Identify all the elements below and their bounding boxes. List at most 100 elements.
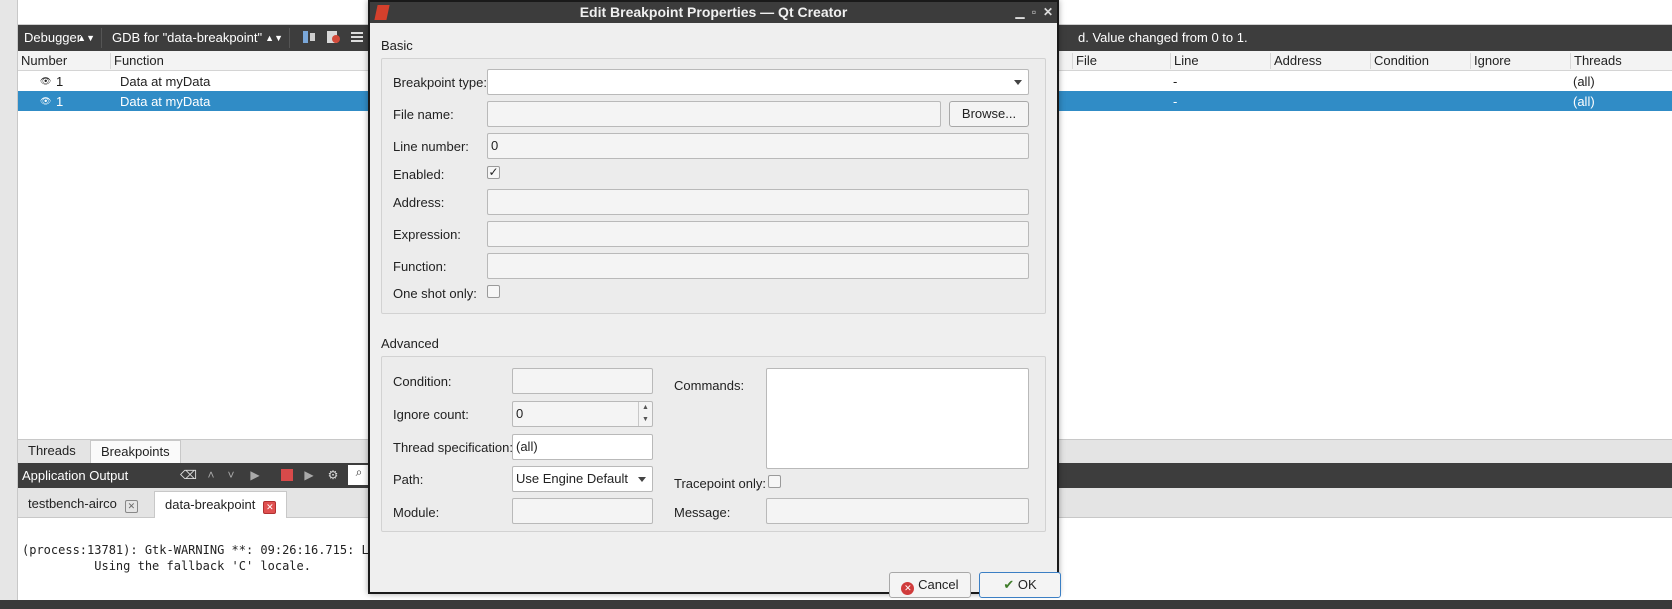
enabled-checkbox[interactable]: ✓ — [487, 166, 500, 179]
line-number-field[interactable]: 0 — [487, 133, 1029, 159]
clean-icon[interactable]: ⌫ — [180, 468, 197, 482]
column-header-address[interactable]: Address — [1270, 53, 1322, 69]
ignore-count-label: Ignore count: — [393, 407, 469, 422]
row-line: - — [1173, 94, 1178, 109]
column-header-condition[interactable]: Condition — [1370, 53, 1429, 69]
cancel-button-label: Cancel — [918, 577, 959, 592]
ignore-count-spinbox[interactable]: 0 ▲ ▼ — [512, 401, 653, 427]
application-output-title: Application Output — [22, 468, 129, 483]
chevron-down-icon — [1014, 80, 1022, 85]
row-line: - — [1173, 74, 1178, 89]
chevron-updown-icon: ▲▼ — [77, 33, 95, 43]
engine-combo[interactable]: GDB for "data-breakpoint" ▲▼ — [106, 28, 290, 48]
tracepoint-checkbox[interactable] — [768, 475, 781, 488]
tab-testbench-airco[interactable]: testbench-airco ✕ — [18, 491, 148, 518]
row-function: Data at myData — [120, 74, 211, 89]
edit-breakpoint-dialog: Edit Breakpoint Properties — Qt Creator … — [368, 0, 1061, 598]
column-header-line[interactable]: Line — [1170, 53, 1199, 69]
breakpoint-icon[interactable] — [326, 30, 340, 44]
function-label: Function: — [393, 259, 447, 274]
row-function: Data at myData — [120, 94, 211, 109]
output-line: Using the fallback 'C' locale. — [22, 559, 311, 573]
message-field[interactable] — [766, 498, 1029, 524]
row-threads: (all) — [1573, 94, 1595, 109]
tab-label: data-breakpoint — [165, 497, 256, 512]
thread-spec-label: Thread specification: — [393, 440, 513, 455]
close-icon[interactable]: ✕ — [124, 500, 138, 513]
output-line: (process:13781): Gtk-WARNING **: 09:26:1… — [22, 543, 369, 557]
browse-button[interactable]: Browse... — [949, 101, 1029, 127]
file-name-label: File name: — [393, 107, 454, 122]
chevron-down-icon — [638, 477, 646, 482]
close-icon[interactable]: ✕ — [1042, 4, 1054, 20]
cancel-button[interactable]: ✕ Cancel — [889, 572, 971, 598]
close-icon[interactable]: ✕ — [263, 501, 277, 514]
ok-icon: ✔ — [1003, 577, 1015, 592]
ok-button-label: OK — [1017, 577, 1037, 592]
enabled-label: Enabled: — [393, 167, 445, 182]
chevron-updown-icon: ▲▼ — [265, 33, 283, 43]
address-field[interactable] — [487, 189, 1029, 215]
stop-icon[interactable] — [280, 468, 294, 482]
dialog-titlebar[interactable]: Edit Breakpoint Properties — Qt Creator … — [370, 2, 1057, 23]
column-header-number[interactable]: Number — [18, 53, 67, 69]
dialog-title: Edit Breakpoint Properties — Qt Creator — [579, 4, 848, 20]
checkmark-icon: ✓ — [488, 165, 499, 179]
debugger-combo-label: Debugger — [24, 30, 82, 45]
debugger-combo[interactable]: Debugger ▲▼ — [18, 28, 102, 48]
path-combo[interactable]: Use Engine Default — [512, 466, 653, 492]
tracepoint-label: Tracepoint only: — [674, 476, 767, 491]
condition-field[interactable] — [512, 368, 653, 394]
tab-label: testbench-airco — [28, 496, 117, 511]
one-shot-label: One shot only: — [393, 286, 477, 301]
column-header-function[interactable]: Function — [110, 53, 164, 69]
thread-spec-field[interactable]: (all) — [512, 434, 653, 460]
condition-label: Condition: — [393, 374, 452, 389]
spin-arrows-icon[interactable]: ▲ ▼ — [638, 402, 652, 426]
row-number: 1 — [56, 74, 64, 89]
chevron-up-icon[interactable]: ˄ — [204, 468, 218, 482]
message-label: Message: — [674, 505, 731, 520]
line-number-label: Line number: — [393, 139, 469, 154]
tab-breakpoints[interactable]: Breakpoints — [90, 440, 181, 464]
row-number: 1 — [56, 94, 64, 109]
module-field[interactable] — [512, 498, 653, 524]
chevron-down-icon[interactable]: ˅ — [224, 468, 238, 482]
path-value: Use Engine Default — [516, 471, 629, 486]
step-icon[interactable] — [302, 30, 316, 44]
status-message: d. Value changed from 0 to 1. — [1078, 30, 1248, 45]
maximize-icon[interactable]: ▫ — [1028, 4, 1040, 20]
eye-icon: 👁 — [40, 96, 52, 106]
run-icon[interactable]: ▶ — [248, 468, 262, 482]
ignore-count-value: 0 — [516, 406, 524, 421]
tab-threads[interactable]: Threads — [18, 440, 86, 464]
basic-group-title: Basic — [381, 38, 413, 53]
list-icon[interactable] — [350, 30, 364, 44]
path-label: Path: — [393, 472, 424, 487]
commands-textarea[interactable] — [766, 368, 1029, 469]
function-field[interactable] — [487, 253, 1029, 279]
gear-icon[interactable]: ⚙ — [326, 468, 340, 482]
one-shot-checkbox[interactable] — [487, 285, 500, 298]
minimize-icon[interactable]: ▁ — [1014, 4, 1026, 20]
search-icon[interactable]: ⌕ — [348, 465, 370, 485]
left-rail — [0, 0, 18, 600]
eye-icon: 👁 — [40, 76, 52, 86]
cancel-icon: ✕ — [901, 582, 915, 595]
expression-field[interactable] — [487, 221, 1029, 247]
column-header-file[interactable]: File — [1072, 53, 1097, 69]
column-header-ignore[interactable]: Ignore — [1470, 53, 1511, 69]
breakpoint-type-combo[interactable] — [487, 69, 1029, 95]
row-threads: (all) — [1573, 74, 1595, 89]
advanced-group: Condition: Ignore count: 0 ▲ ▼ Thread spe… — [381, 356, 1046, 532]
advanced-group-title: Advanced — [381, 336, 439, 351]
breakpoint-type-label: Breakpoint type: — [393, 75, 487, 90]
tab-data-breakpoint[interactable]: data-breakpoint ✕ — [154, 491, 288, 518]
file-name-field[interactable] — [487, 101, 941, 127]
attach-icon[interactable]: ▶ — [302, 468, 316, 482]
address-label: Address: — [393, 195, 445, 210]
ok-button[interactable]: ✔ OK — [979, 572, 1061, 598]
engine-combo-label: GDB for "data-breakpoint" — [112, 30, 263, 45]
status-bar — [0, 600, 1672, 609]
column-header-threads[interactable]: Threads — [1570, 53, 1622, 69]
